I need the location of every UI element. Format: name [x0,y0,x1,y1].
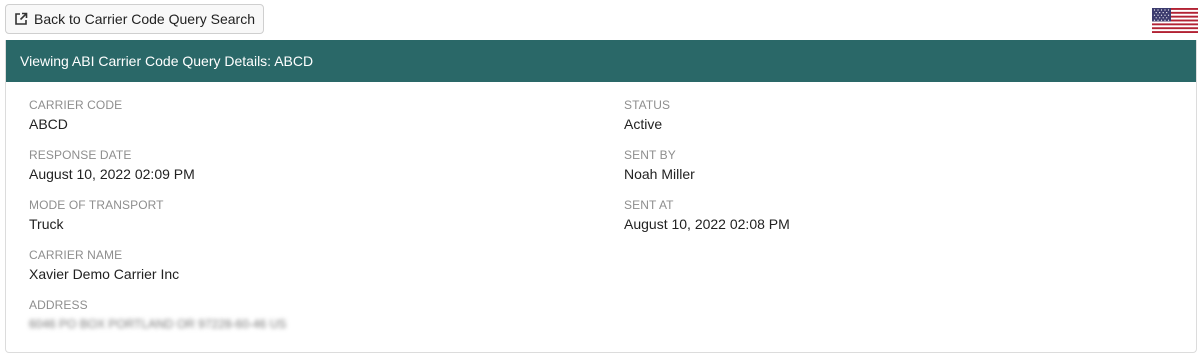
field-label: MODE OF TRANSPORT [29,198,164,212]
field-value: August 10, 2022 02:09 PM [29,166,195,182]
field-label: STATUS [624,98,671,112]
field-label: SENT BY [624,148,676,162]
field-label: CARRIER NAME [29,248,123,262]
field-value: 6046 PO BOX PORTLAND OR 97228-60-46 US [29,317,287,331]
us-flag-icon[interactable] [1152,8,1198,33]
field-carrier-code: CARRIER CODE ABCD [29,98,286,148]
external-link-icon [14,12,28,26]
field-mode-of-transport: MODE OF TRANSPORT Truck [29,198,286,248]
field-value: August 10, 2022 02:08 PM [624,216,790,232]
back-button-label: Back to Carrier Code Query Search [34,11,255,27]
field-response-date: RESPONSE DATE August 10, 2022 02:09 PM [29,148,286,198]
details-right-column: STATUS Active SENT BY Noah Miller SENT A… [624,98,790,248]
field-label: RESPONSE DATE [29,148,132,162]
top-bar: Back to Carrier Code Query Search [0,0,1200,40]
field-label: ADDRESS [29,298,88,312]
field-value: Active [624,116,663,132]
panel-header: Viewing ABI Carrier Code Query Details: … [6,40,1196,82]
field-value: ABCD [29,116,68,132]
field-value: Xavier Demo Carrier Inc [29,266,180,282]
field-label: CARRIER CODE [29,98,123,112]
field-value: Noah Miller [624,166,695,182]
field-address: ADDRESS 6046 PO BOX PORTLAND OR 97228-60… [29,298,286,348]
panel-title: Viewing ABI Carrier Code Query Details: … [20,53,314,69]
carrier-details-panel: Viewing ABI Carrier Code Query Details: … [5,40,1197,353]
field-sent-at: SENT AT August 10, 2022 02:08 PM [624,198,790,248]
field-sent-by: SENT BY Noah Miller [624,148,790,198]
field-status: STATUS Active [624,98,790,148]
details-left-column: CARRIER CODE ABCD RESPONSE DATE August 1… [29,98,286,348]
field-value: Truck [29,216,64,232]
field-label: SENT AT [624,198,674,212]
back-to-search-button[interactable]: Back to Carrier Code Query Search [5,4,264,34]
field-carrier-name: CARRIER NAME Xavier Demo Carrier Inc [29,248,286,298]
